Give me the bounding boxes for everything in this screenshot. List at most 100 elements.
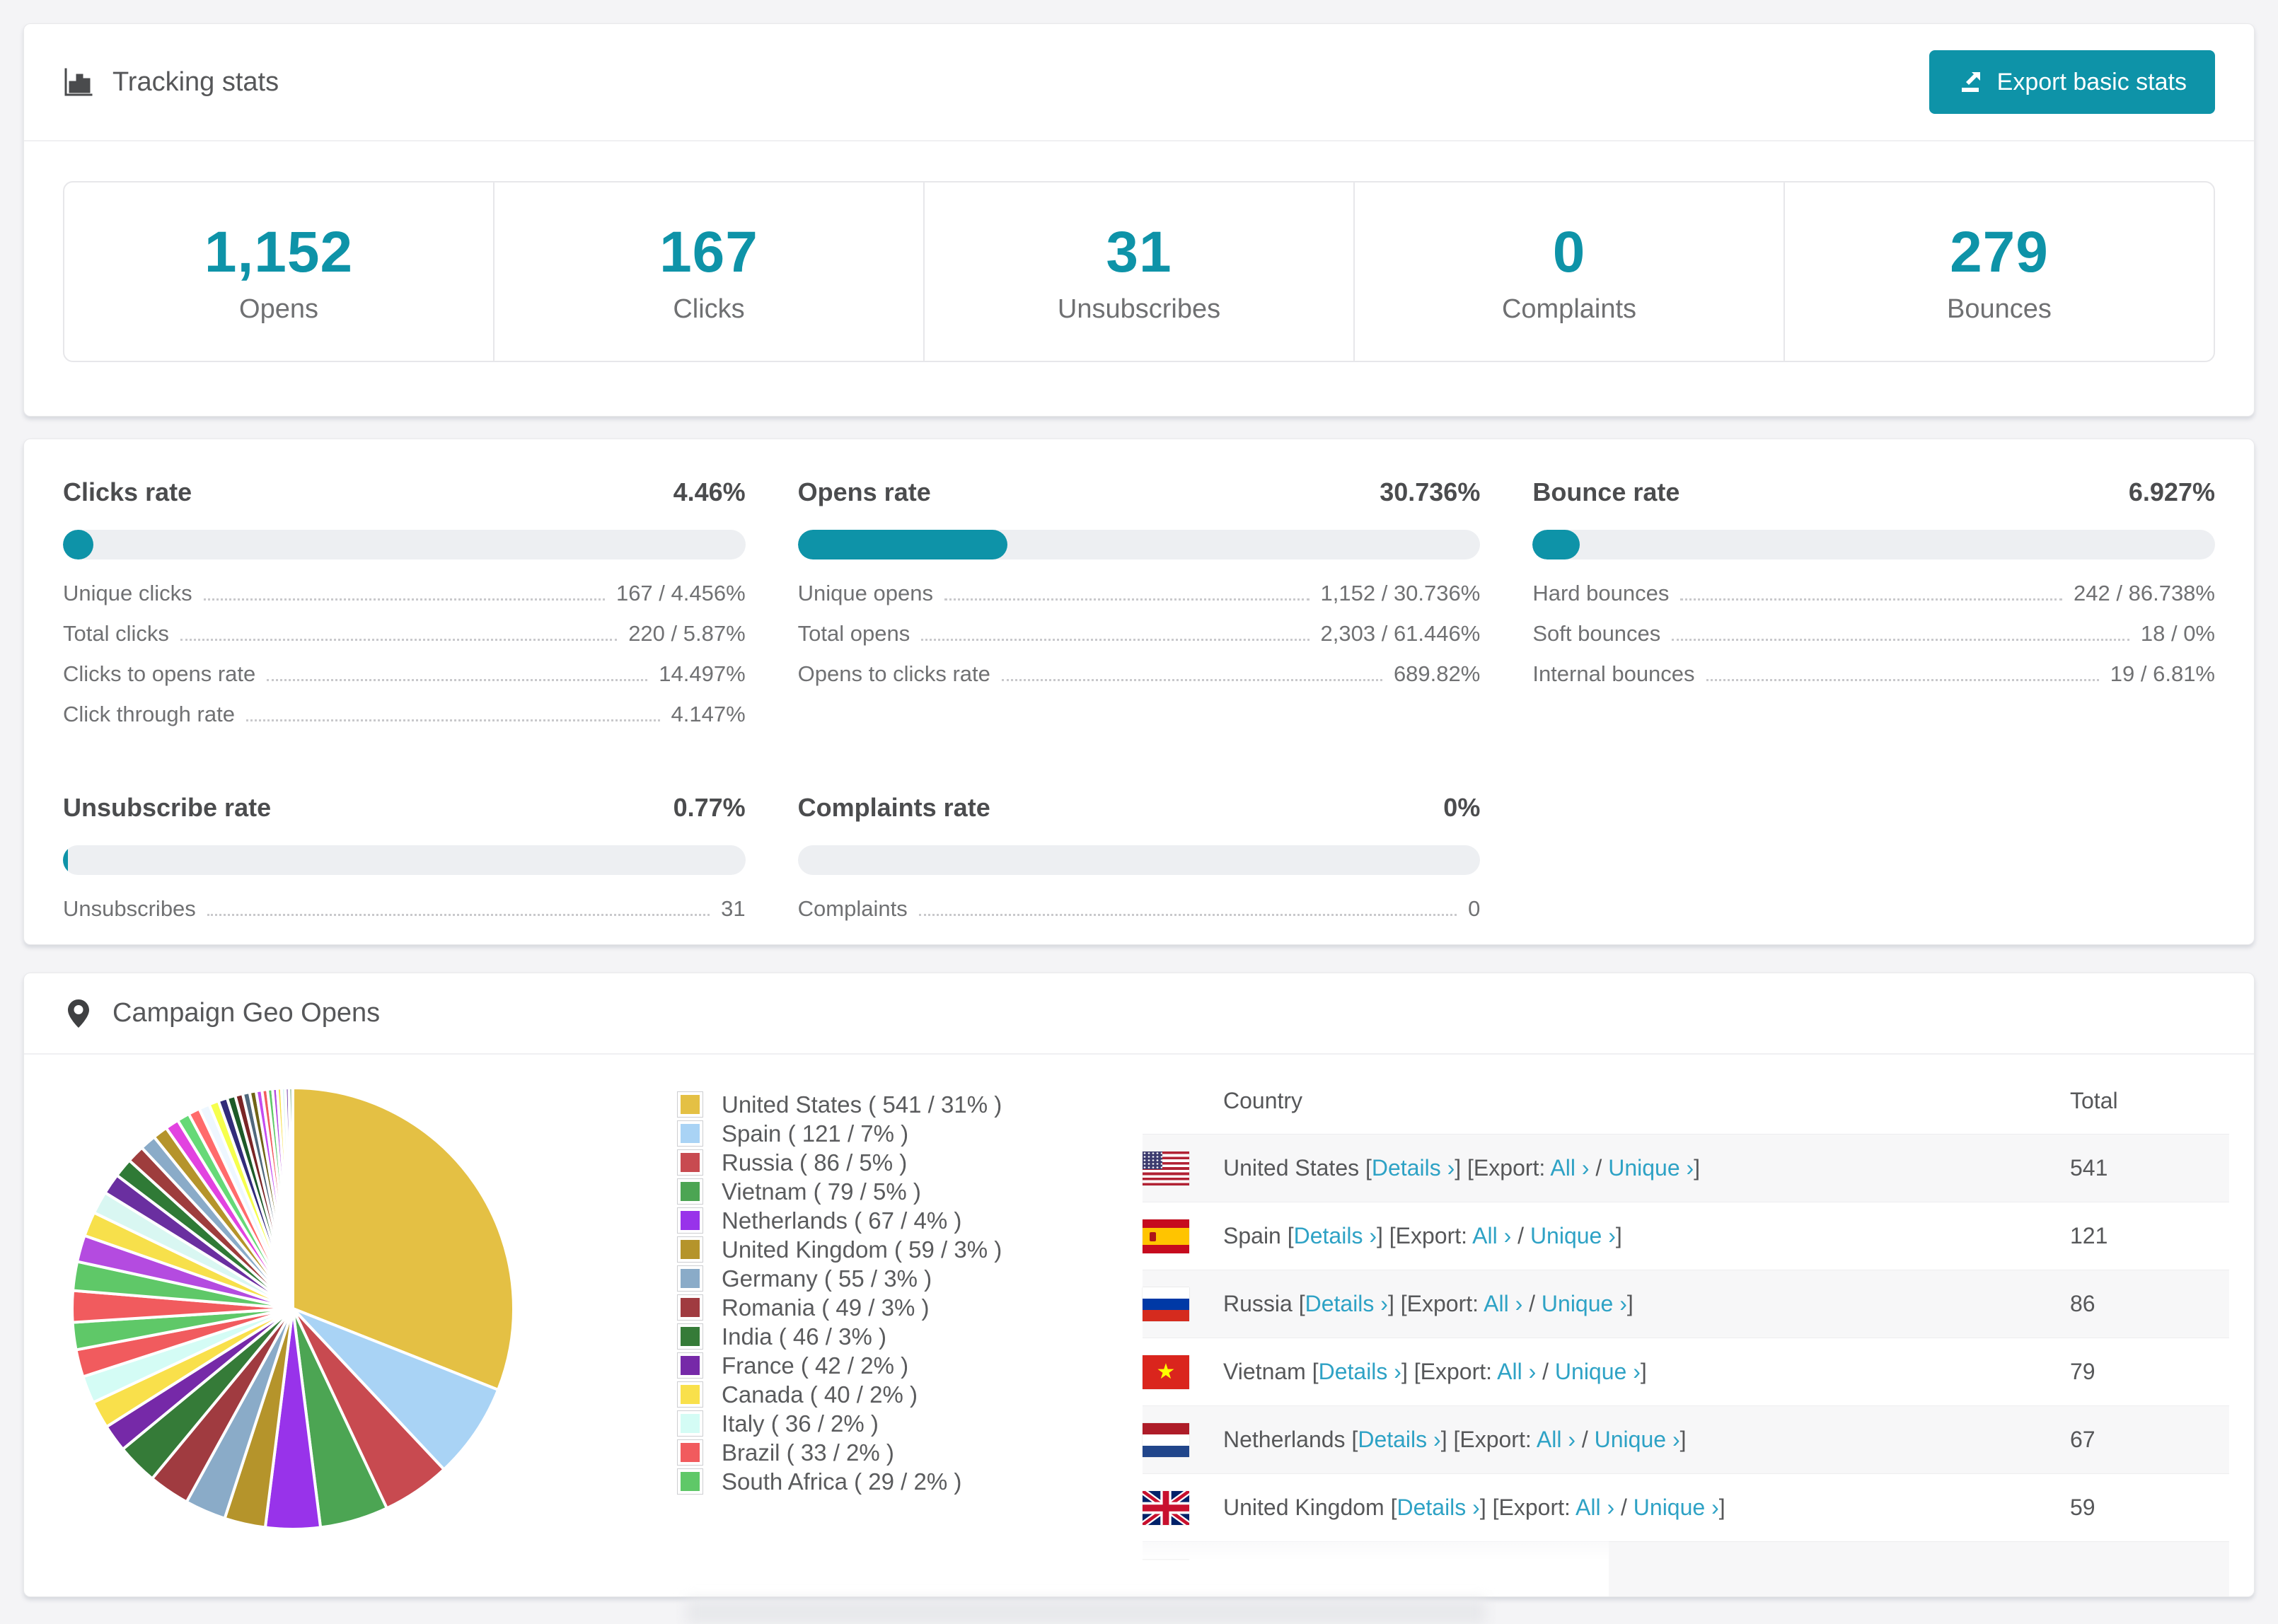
dotted-leader xyxy=(918,914,1457,916)
rates-grid: Clicks rate 4.46% Unique clicks 167 / 4.… xyxy=(63,477,2215,936)
dotted-leader xyxy=(921,639,1309,641)
rate-title: Complaints rate xyxy=(797,793,990,822)
details-link[interactable]: Details › xyxy=(1319,1359,1401,1384)
rate-detail-rows: Hard bounces 242 / 86.738% Soft bounces … xyxy=(1532,581,2215,702)
bracket: ] xyxy=(1440,1427,1447,1452)
rate-section: Unsubscribe rate 0.77% Unsubscribes 31 xyxy=(63,793,746,936)
stat-cell: 31 Unsubscribes xyxy=(925,182,1355,361)
stat-label: Bounces xyxy=(1947,294,2052,324)
rate-detail-label: Unsubscribes xyxy=(63,896,196,921)
legend-item[interactable]: United Kingdom ( 59 / 3% ) xyxy=(677,1235,1059,1264)
legend-label: Spain ( 121 / 7% ) xyxy=(722,1120,909,1147)
bracket: ] xyxy=(1679,1427,1687,1452)
geo-table-row: ★ Vietnam [Details ›] [Export: All › / U… xyxy=(1143,1338,2229,1405)
export-icon xyxy=(1961,72,1980,92)
stat-value: 167 xyxy=(659,219,758,284)
slash: / xyxy=(1575,1427,1595,1452)
bracket: ] xyxy=(1551,1562,1559,1588)
rate-detail-label: Click through rate xyxy=(63,702,235,726)
legend-item[interactable]: France ( 42 / 2% ) xyxy=(677,1351,1059,1380)
rate-value: 30.736% xyxy=(1380,477,1481,506)
country-flag xyxy=(1143,1219,1189,1253)
rate-detail-rows: Unsubscribes 31 xyxy=(63,896,746,936)
country-cell: Vietnam [Details ›] [Export: All › / Uni… xyxy=(1223,1359,2070,1385)
legend-item[interactable]: Spain ( 121 / 7% ) xyxy=(677,1119,1059,1148)
export-unique-link[interactable]: Unique › xyxy=(1555,1359,1641,1384)
legend-item[interactable]: South Africa ( 29 / 2% ) xyxy=(677,1467,1059,1496)
geo-opens-card: Campaign Geo Opens United States ( 541 /… xyxy=(23,973,2255,1597)
export-all-link[interactable]: All › xyxy=(1484,1291,1522,1316)
legend-item[interactable]: Canada ( 40 / 2% ) xyxy=(677,1380,1059,1409)
country-name: United Kingdom xyxy=(1223,1495,1384,1520)
country-cell: [Details ›] [Export: All › / Unique ›] xyxy=(1223,1562,2070,1589)
legend-item[interactable]: Romania ( 49 / 3% ) xyxy=(677,1293,1059,1322)
export-all-link[interactable]: All › xyxy=(1537,1427,1575,1452)
bracket: [ xyxy=(1305,1359,1319,1384)
export-all-link[interactable]: All › xyxy=(1408,1562,1447,1588)
legend-swatch xyxy=(677,1091,703,1118)
rate-detail-label: Hard bounces xyxy=(1532,581,1670,605)
legend-item[interactable]: Vietnam ( 79 / 5% ) xyxy=(677,1177,1059,1206)
export-unique-link[interactable]: Unique › xyxy=(1608,1155,1694,1181)
bracket: ] xyxy=(1694,1155,1701,1181)
details-link[interactable]: Details › xyxy=(1372,1155,1455,1181)
export-prefix: [Export: xyxy=(1461,1155,1551,1181)
export-unique-link[interactable]: Unique › xyxy=(1466,1562,1551,1588)
stat-cell: 167 Clicks xyxy=(495,182,925,361)
stat-value: 31 xyxy=(1106,219,1172,284)
export-all-link[interactable]: All › xyxy=(1497,1359,1536,1384)
export-unique-link[interactable]: Unique › xyxy=(1595,1427,1680,1452)
rate-progress-track xyxy=(797,845,1481,875)
legend-item[interactable]: Italy ( 36 / 2% ) xyxy=(677,1409,1059,1438)
legend-label: Romania ( 49 / 3% ) xyxy=(722,1294,930,1321)
rate-section: Bounce rate 6.927% Hard bounces 242 / 86… xyxy=(1532,477,2215,742)
geo-table-row: Spain [Details ›] [Export: All › / Uniqu… xyxy=(1143,1202,2229,1270)
page: { "accent_color": "#0e93a8", "link_color… xyxy=(0,0,2278,1624)
export-basic-stats-button[interactable]: Export basic stats xyxy=(1929,50,2215,114)
rate-detail-row: Opens to clicks rate 689.82% xyxy=(798,661,1481,702)
rate-detail-row: Unsubscribes 31 xyxy=(63,896,746,936)
flag-cell xyxy=(1143,1219,1223,1253)
legend-item[interactable]: Brazil ( 33 / 2% ) xyxy=(677,1438,1059,1467)
export-unique-link[interactable]: Unique › xyxy=(1634,1495,1719,1520)
export-all-link[interactable]: All › xyxy=(1472,1223,1511,1248)
rate-detail-value: 18 / 0% xyxy=(2140,621,2215,646)
export-all-link[interactable]: All › xyxy=(1575,1495,1614,1520)
rate-progress-track xyxy=(1532,530,2215,559)
details-link[interactable]: Details › xyxy=(1358,1427,1440,1452)
export-unique-link[interactable]: Unique › xyxy=(1542,1291,1627,1316)
rate-header: Opens rate 30.736% xyxy=(798,477,1481,507)
details-link[interactable]: Details › xyxy=(1230,1562,1312,1588)
legend-item[interactable]: United States ( 541 / 31% ) xyxy=(677,1090,1059,1119)
geo-table-row: United Kingdom [Details ›] [Export: All … xyxy=(1143,1473,2229,1541)
legend-label: France ( 42 / 2% ) xyxy=(722,1352,909,1379)
export-all-link[interactable]: All › xyxy=(1550,1155,1589,1181)
rate-detail-row: Complaints 0 xyxy=(798,896,1481,936)
details-link[interactable]: Details › xyxy=(1305,1291,1388,1316)
export-unique-link[interactable]: Unique › xyxy=(1530,1223,1616,1248)
bracket: ] xyxy=(1640,1359,1647,1384)
legend-swatch xyxy=(677,1120,703,1147)
details-link[interactable]: Details › xyxy=(1294,1223,1377,1248)
bar-chart-icon xyxy=(64,68,93,96)
bracket: [ xyxy=(1384,1495,1397,1520)
rate-title: Clicks rate xyxy=(63,477,192,506)
stat-value: 279 xyxy=(1950,219,2049,284)
legend-item[interactable]: Russia ( 86 / 5% ) xyxy=(677,1148,1059,1177)
details-link[interactable]: Details › xyxy=(1397,1495,1479,1520)
legend-item[interactable]: India ( 46 / 3% ) xyxy=(677,1322,1059,1351)
legend-swatch xyxy=(677,1149,703,1176)
geo-opens-title: Campaign Geo Opens xyxy=(63,998,380,1029)
legend-swatch xyxy=(677,1178,703,1205)
dotted-leader xyxy=(180,639,618,641)
legend-item[interactable]: Netherlands ( 67 / 4% ) xyxy=(677,1206,1059,1235)
rate-detail-value: 242 / 86.738% xyxy=(2074,581,2215,605)
legend-item[interactable]: Germany ( 55 / 3% ) xyxy=(677,1264,1059,1293)
rate-detail-value: 220 / 5.87% xyxy=(628,621,746,646)
rate-header: Bounce rate 6.927% xyxy=(1532,477,2215,507)
rate-section: Clicks rate 4.46% Unique clicks 167 / 4.… xyxy=(63,477,746,742)
rate-detail-row: Unique clicks 167 / 4.456% xyxy=(63,581,746,621)
rate-value: 0.77% xyxy=(673,793,746,822)
rate-detail-value: 2,303 / 61.446% xyxy=(1320,621,1481,646)
bracket: ] xyxy=(1376,1223,1383,1248)
